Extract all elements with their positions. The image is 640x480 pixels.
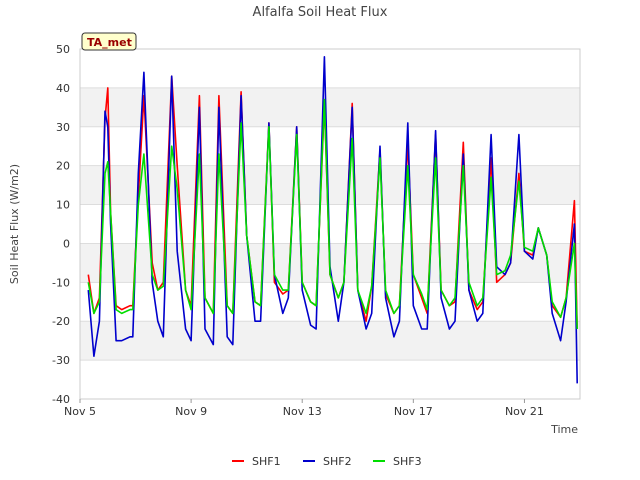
x-tick-label: Nov 9 xyxy=(175,405,207,418)
legend-label-shf3: SHF3 xyxy=(393,455,422,468)
legend-label-shf1: SHF1 xyxy=(252,455,281,468)
x-axis-label: Time xyxy=(550,423,578,436)
band xyxy=(80,87,580,127)
band xyxy=(80,321,580,361)
y-tick-label: 50 xyxy=(56,43,70,56)
y-tick-label: -30 xyxy=(52,354,70,367)
y-tick-label: 40 xyxy=(56,82,70,95)
y-tick-label: 30 xyxy=(56,121,70,134)
y-tick-label: -10 xyxy=(52,276,70,289)
y-tick-label: 10 xyxy=(56,199,70,212)
x-tick-label: Nov 13 xyxy=(283,405,322,418)
ta-met-badge-label: TA_met xyxy=(87,36,132,49)
x-tick-label: Nov 5 xyxy=(64,405,96,418)
y-axis-label: Soil Heat Flux (W/m2) xyxy=(8,164,21,284)
band xyxy=(80,165,580,205)
y-tick-label: 20 xyxy=(56,160,70,173)
y-tick-label: 0 xyxy=(63,237,70,250)
y-tick-label: -20 xyxy=(52,315,70,328)
legend-label-shf2: SHF2 xyxy=(323,455,352,468)
ta-met-badge: TA_met xyxy=(81,32,137,51)
x-tick-label: Nov 21 xyxy=(505,405,544,418)
chart: -40-30-20-1001020304050 Nov 5 Nov 9 Nov 13… xyxy=(0,0,640,480)
chart-title: Alfalfa Soil Heat Flux xyxy=(253,5,388,20)
x-tick-label: Nov 17 xyxy=(394,405,433,418)
legend: SHF1 SHF2 SHF3 xyxy=(232,455,422,468)
